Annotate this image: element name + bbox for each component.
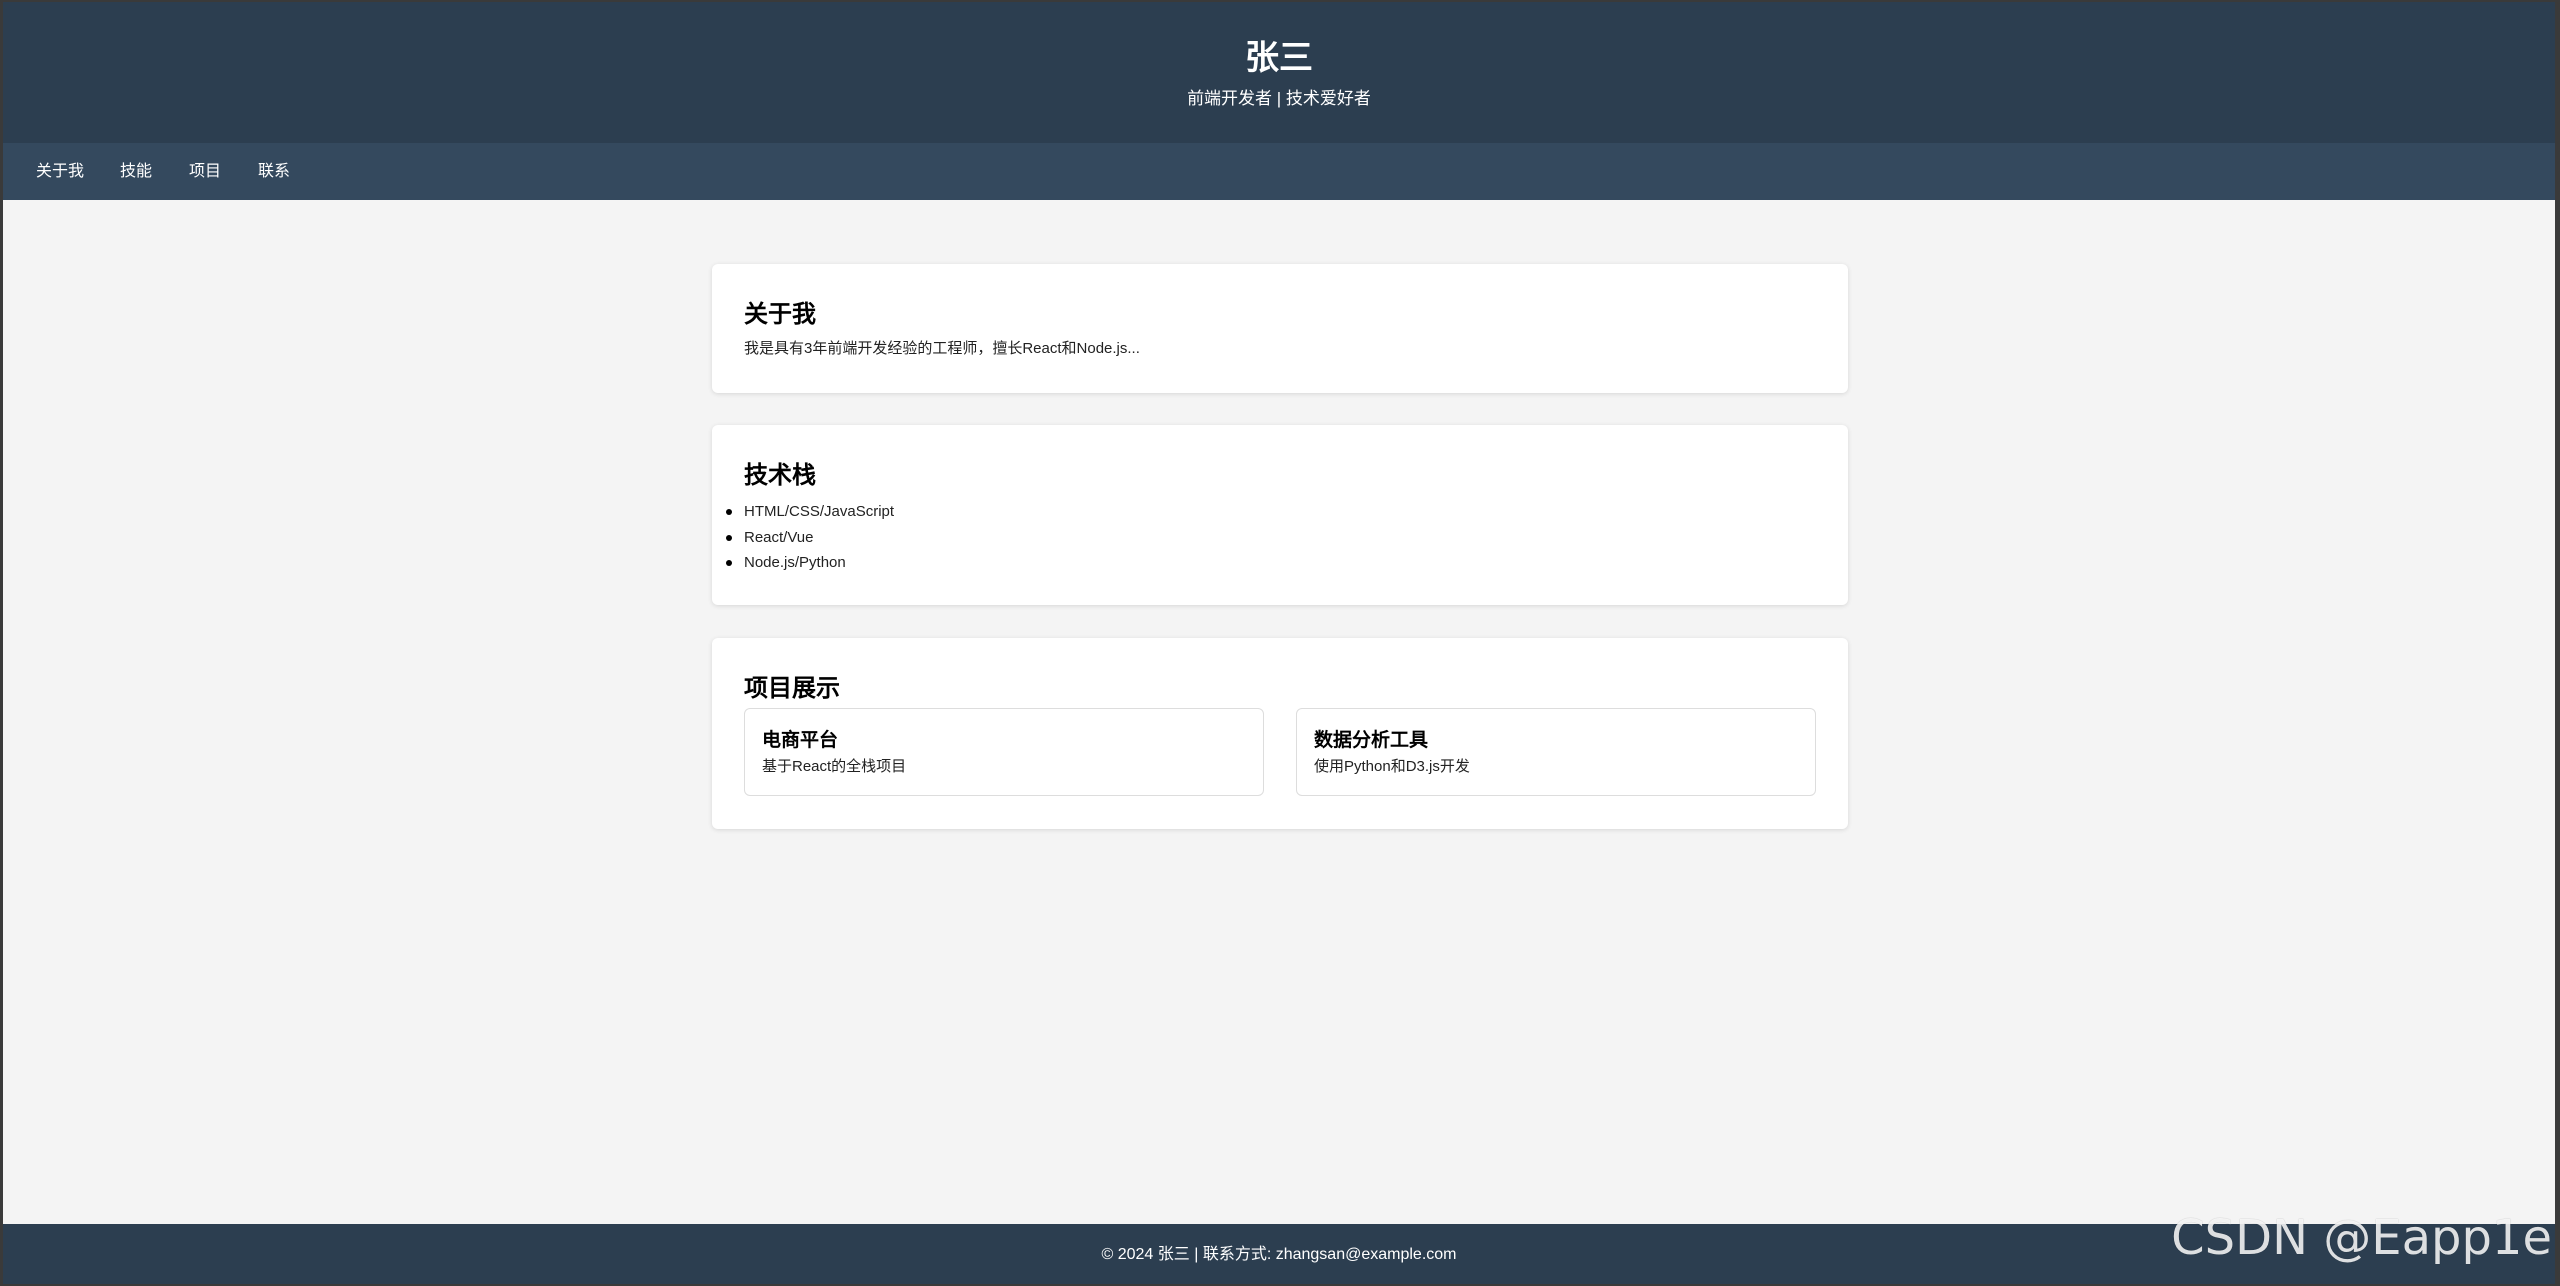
skill-label: Node.js/Python xyxy=(744,554,846,571)
skill-label: HTML/CSS/JavaScript xyxy=(744,503,895,520)
bullet-icon xyxy=(726,509,732,515)
projects-heading: 项目展示 xyxy=(744,675,840,702)
project-title: 数据分析工具 xyxy=(1314,730,1429,751)
project-title: 电商平台 xyxy=(762,730,839,751)
watermark: CSDN @Eapp1e xyxy=(2171,1210,2552,1266)
skills-section: 技术栈 HTML/CSS/JavaScript React/Vue Node.j… xyxy=(712,425,1848,605)
nav-link-projects[interactable]: 项目 xyxy=(189,143,221,200)
about-heading: 关于我 xyxy=(744,301,816,328)
skill-item: Node.js/Python xyxy=(726,550,894,576)
project-card[interactable]: 电商平台 基于React的全栈项目 xyxy=(744,708,1264,796)
main-nav: 关于我 技能 项目 联系 xyxy=(3,143,2555,200)
skill-item: React/Vue xyxy=(726,525,894,551)
nav-link-skills[interactable]: 技能 xyxy=(120,143,152,200)
browser-viewport: 张三 前端开发者 | 技术爱好者 关于我 技能 项目 联系 关于我 我是具有3年… xyxy=(3,2,2555,1284)
skills-list: HTML/CSS/JavaScript React/Vue Node.js/Py… xyxy=(726,499,895,576)
nav-link-about[interactable]: 关于我 xyxy=(36,143,84,200)
project-card[interactable]: 数据分析工具 使用Python和D3.js开发 xyxy=(1296,708,1816,796)
bullet-icon xyxy=(726,560,732,566)
skill-label: React/Vue xyxy=(744,528,814,546)
nav-link-contact[interactable]: 联系 xyxy=(258,143,290,200)
site-header: 张三 前端开发者 | 技术爱好者 xyxy=(3,2,2555,143)
skill-item: HTML/CSS/JavaScript xyxy=(726,499,895,525)
skills-heading: 技术栈 xyxy=(744,462,816,489)
projects-section: 项目展示 电商平台 基于React的全栈项目 数据分析工具 使用Python和D… xyxy=(712,638,1848,829)
about-section: 关于我 我是具有3年前端开发经验的工程师，擅长React和Node.js... xyxy=(712,264,1848,393)
project-description: 基于React的全栈项目 xyxy=(762,758,907,775)
bullet-icon xyxy=(726,534,732,541)
about-text: 我是具有3年前端开发经验的工程师，擅长React和Node.js... xyxy=(744,340,1140,357)
site-title: 张三 xyxy=(1245,39,1313,77)
project-description: 使用Python和D3.js开发 xyxy=(1314,758,1470,775)
site-subtitle: 前端开发者 | 技术爱好者 xyxy=(1187,89,1371,108)
